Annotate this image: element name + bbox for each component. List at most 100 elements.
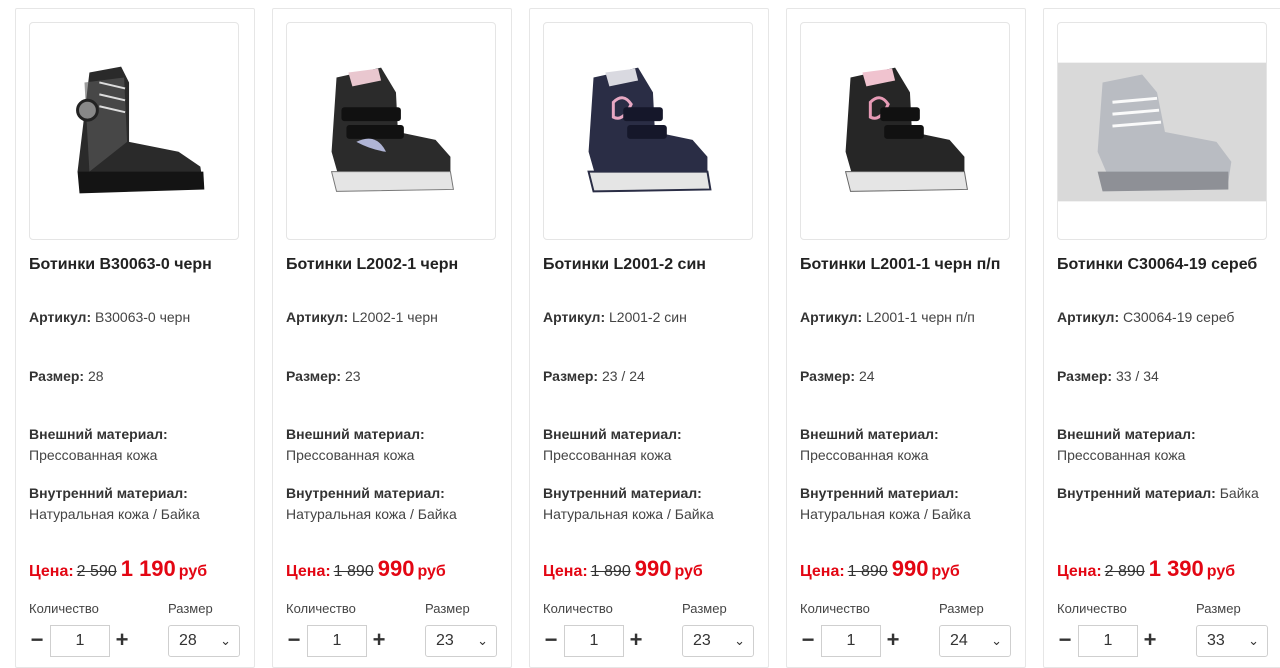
article-label: Артикул:: [543, 309, 606, 325]
product-title[interactable]: Ботинки В30063-0 черн: [29, 253, 244, 277]
inner-material-label: Внутренний материал:: [543, 485, 702, 501]
chevron-down-icon: ⌄: [220, 633, 231, 648]
size-label: Размер:: [800, 368, 856, 384]
product-title[interactable]: Ботинки L2001-2 син: [543, 253, 758, 277]
size-select-value: 28: [179, 632, 197, 649]
chevron-down-icon: ⌄: [477, 633, 488, 648]
size-select-value: 33: [1207, 632, 1225, 649]
inner-material-label: Внутренний материал:: [1057, 485, 1216, 501]
price-row: Цена: 2 890 1 390 руб: [1057, 556, 1280, 582]
boot-image-icon: [330, 67, 454, 192]
quantity-input[interactable]: 1: [307, 625, 367, 657]
price-label: Цена:: [29, 563, 74, 580]
product-card: Ботинки С30064-19 сереб Артикул: С30064-…: [1043, 8, 1280, 668]
quantity-label: Количество: [1057, 601, 1127, 616]
size-select-label: Размер: [168, 601, 213, 616]
size-select[interactable]: 23 ⌄: [682, 625, 754, 657]
plus-icon[interactable]: +: [371, 625, 387, 657]
product-title[interactable]: Ботинки С30064-19 сереб: [1057, 253, 1272, 277]
product-image[interactable]: [29, 22, 239, 240]
quantity-input[interactable]: 1: [564, 625, 624, 657]
currency: руб: [674, 563, 703, 580]
inner-material-row: Внутренний материал: Натуральная кожа / Б…: [29, 483, 244, 525]
outer-material-value: Прессованная кожа: [29, 447, 158, 463]
inner-material-row: Внутренний материал: Байка: [1057, 483, 1272, 504]
plus-icon[interactable]: +: [628, 625, 644, 657]
inner-material-row: Внутренний материал: Натуральная кожа / Б…: [800, 483, 1015, 525]
boot-image-icon: [1058, 62, 1266, 202]
size-value: 28: [87, 368, 104, 384]
size-select-label: Размер: [939, 601, 984, 616]
plus-icon[interactable]: +: [885, 625, 901, 657]
size-select[interactable]: 24 ⌄: [939, 625, 1011, 657]
size-value: 24: [858, 368, 875, 384]
product-title[interactable]: Ботинки L2001-1 черн п/п: [800, 253, 1015, 277]
product-card: Ботинки L2001-1 черн п/п Артикул: L2001-…: [786, 8, 1026, 668]
article-value: L2001-2 син: [609, 309, 687, 325]
size-value: 23 / 24: [601, 368, 645, 384]
minus-icon[interactable]: −: [286, 625, 302, 657]
new-price: 1 190: [120, 556, 176, 581]
price-row: Цена: 2 590 1 190 руб: [29, 556, 254, 582]
boot-image-icon: [587, 67, 712, 193]
inner-material-value: Натуральная кожа / Байка: [286, 506, 457, 522]
quantity-stepper: − 1 +: [1057, 625, 1167, 657]
old-price: 1 890: [333, 563, 374, 580]
plus-icon[interactable]: +: [1142, 625, 1158, 657]
inner-material-label: Внутренний материал:: [286, 485, 445, 501]
product-image[interactable]: [800, 22, 1010, 240]
product-image[interactable]: [1057, 22, 1267, 240]
minus-icon[interactable]: −: [543, 625, 559, 657]
size-select-value: 24: [950, 632, 968, 649]
size-value: 33 / 34: [1115, 368, 1159, 384]
article-label: Артикул:: [286, 309, 349, 325]
minus-icon[interactable]: −: [1057, 625, 1073, 657]
old-price: 2 590: [76, 563, 117, 580]
boot-image-icon: [76, 66, 205, 194]
plus-icon[interactable]: +: [114, 625, 130, 657]
quantity-input[interactable]: 1: [821, 625, 881, 657]
quantity-label: Количество: [29, 601, 99, 616]
currency: руб: [1206, 563, 1236, 580]
outer-material-value: Прессованная кожа: [800, 447, 929, 463]
product-card: Ботинки L2002-1 черн Артикул: L2002-1 че…: [272, 8, 512, 668]
quantity-label: Количество: [800, 601, 870, 616]
size-select-label: Размер: [425, 601, 470, 616]
currency: руб: [417, 563, 446, 580]
size-select[interactable]: 33 ⌄: [1196, 625, 1268, 657]
inner-material-value: Натуральная кожа / Байка: [29, 506, 200, 522]
size-label: Размер:: [1057, 368, 1113, 384]
quantity-label: Количество: [286, 601, 356, 616]
size-row: Размер: 28: [29, 366, 244, 387]
size-select[interactable]: 23 ⌄: [425, 625, 497, 657]
price-label: Цена:: [1057, 563, 1102, 580]
product-title[interactable]: Ботинки L2002-1 черн: [286, 253, 501, 277]
outer-material-row: Внешний материал: Прессованная кожа: [29, 424, 244, 466]
article-row: Артикул: В30063-0 черн: [29, 307, 244, 328]
quantity-stepper: − 1 +: [543, 625, 653, 657]
quantity-input[interactable]: 1: [1078, 625, 1138, 657]
inner-material-value: Натуральная кожа / Байка: [543, 506, 714, 522]
size-label: Размер:: [286, 368, 342, 384]
inner-material-value: Натуральная кожа / Байка: [800, 506, 971, 522]
inner-material-value: Байка: [1219, 485, 1259, 501]
minus-icon[interactable]: −: [800, 625, 816, 657]
inner-material-row: Внутренний материал: Натуральная кожа / Б…: [543, 483, 758, 525]
article-label: Артикул:: [800, 309, 863, 325]
article-value: L2002-1 черн: [352, 309, 438, 325]
boot-image-icon: [844, 67, 968, 192]
article-row: Артикул: С30064-19 сереб: [1057, 307, 1272, 328]
product-image[interactable]: [286, 22, 496, 240]
product-image[interactable]: [543, 22, 753, 240]
size-select-value: 23: [436, 632, 454, 649]
price-label: Цена:: [286, 563, 331, 580]
size-select-value: 23: [693, 632, 711, 649]
outer-material-row: Внешний материал: Прессованная кожа: [800, 424, 1015, 466]
size-select[interactable]: 28 ⌄: [168, 625, 240, 657]
quantity-input[interactable]: 1: [50, 625, 110, 657]
outer-material-value: Прессованная кожа: [1057, 447, 1186, 463]
article-label: Артикул:: [29, 309, 92, 325]
old-price: 1 890: [590, 563, 631, 580]
minus-icon[interactable]: −: [29, 625, 45, 657]
size-row: Размер: 33 / 34: [1057, 366, 1272, 387]
